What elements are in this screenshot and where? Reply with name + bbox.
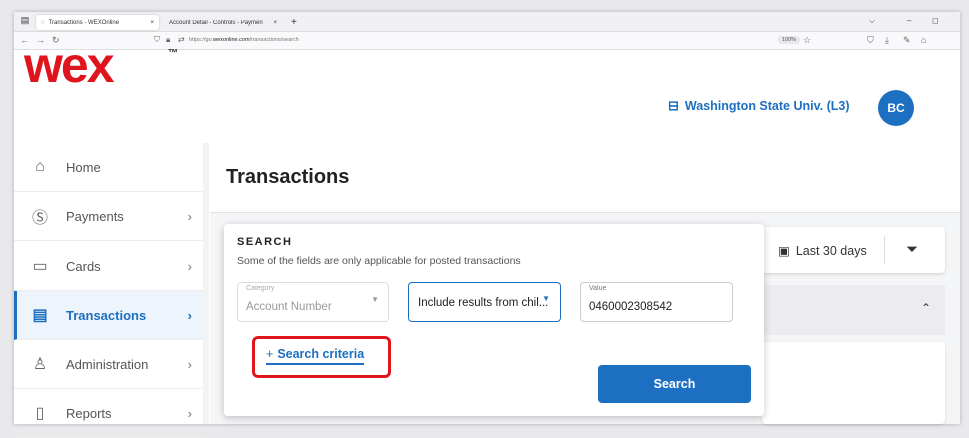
hierarchy-icon: ⊟: [668, 98, 679, 113]
scope-value: Include results from chil...: [418, 297, 549, 309]
minimize-icon[interactable]: –: [907, 16, 911, 25]
dropdown-arrow-icon: ▼: [371, 295, 379, 304]
date-range-label: Last 30 days: [795, 243, 867, 258]
add-search-criteria-button[interactable]: + Search criteria: [266, 347, 365, 365]
report-icon: ▯: [35, 405, 45, 422]
category-select[interactable]: Category Account Number ▼: [237, 282, 389, 322]
tab-transactions[interactable]: ◌ Transactions - WEXOnline ×: [36, 15, 159, 30]
maximize-icon[interactable]: ◻: [932, 16, 939, 25]
receipt-icon: ▤: [32, 307, 48, 324]
close-tab-icon[interactable]: ×: [150, 20, 154, 26]
logo-wordmark: wex: [23, 44, 115, 88]
results-card: [762, 342, 945, 424]
value-text: 0460002308542: [589, 301, 673, 313]
chevron-right-icon: ›: [187, 405, 192, 421]
dollar-icon: Ⓢ: [31, 210, 48, 227]
date-range-bar: ▣ Last 30 days ⏷: [762, 227, 945, 273]
sidebar-item-transactions[interactable]: ▤ Transactions ›: [14, 291, 204, 340]
wex-logo[interactable]: wex ™: [22, 37, 182, 93]
wex-logo-graphic: wex ™: [23, 37, 178, 93]
sidebar-item-reports[interactable]: ▯ Reports ›: [14, 389, 204, 438]
sidebar-item-label: Payments: [66, 208, 124, 224]
category-label: Category: [246, 285, 275, 292]
divider: [884, 236, 885, 264]
tab-list-icon[interactable]: ▤: [18, 15, 32, 29]
sidebar: ⌂ Home Ⓢ Payments › ▭ Cards › ▤ Transact…: [14, 143, 204, 438]
sidebar-item-label: Reports: [66, 405, 112, 421]
sidebar-item-label: Home: [66, 159, 101, 175]
search-subtitle: Some of the fields are only applicable f…: [237, 255, 521, 267]
pocket-icon[interactable]: ⛉: [867, 35, 874, 46]
org-name: Washington State Univ. (L3): [684, 99, 850, 113]
sidebar-item-home[interactable]: ⌂ Home: [14, 143, 204, 192]
tab-bar: ▤ ◌ Transactions - WEXOnline × Account D…: [14, 12, 960, 32]
user-icon: ♙: [32, 356, 48, 373]
sidebar-item-payments[interactable]: Ⓢ Payments ›: [14, 192, 204, 241]
sidebar-item-label: Cards: [66, 258, 101, 274]
new-tab-button[interactable]: +: [286, 15, 300, 30]
logo-trademark: ™: [168, 48, 178, 59]
page-title: Transactions: [226, 166, 350, 188]
download-icon[interactable]: ⤓: [885, 35, 889, 46]
plus-icon: +: [266, 347, 274, 361]
tab-favicon-icon: ◌: [41, 19, 45, 26]
home-icon: ⌂: [35, 158, 45, 175]
collapsible-panel: ⌃: [762, 285, 945, 335]
account-icon[interactable]: ⌂: [921, 35, 926, 45]
url-domain: wexonline.com: [213, 37, 250, 43]
value-label: Value: [589, 285, 607, 292]
dropdown-arrow-icon: ▼: [542, 294, 550, 303]
date-range-button[interactable]: ▣ Last 30 days: [778, 243, 867, 259]
sidebar-item-administration[interactable]: ♙ Administration ›: [14, 340, 204, 389]
search-criteria-label: Search criteria: [277, 347, 365, 361]
card-icon: ▭: [32, 258, 48, 275]
close-tab-icon[interactable]: ×: [273, 20, 277, 26]
sidebar-item-label: Transactions: [66, 307, 147, 323]
chevron-right-icon: ›: [187, 208, 192, 224]
zoom-level[interactable]: 100%: [778, 36, 801, 44]
scope-select[interactable]: Include results from chil... ▼: [408, 282, 561, 322]
url-prefix: https://go.: [189, 37, 214, 43]
tab-account-detail[interactable]: Account Detail - Controls - Paymen ×: [164, 15, 282, 30]
avatar[interactable]: BC: [878, 90, 914, 126]
chevron-right-icon: ›: [187, 307, 192, 323]
sidebar-item-cards[interactable]: ▭ Cards ›: [14, 242, 204, 291]
permissions-icon[interactable]: ⇄: [178, 35, 185, 44]
tab-label: Account Detail - Controls - Paymen: [169, 19, 263, 26]
search-button[interactable]: Search: [598, 365, 751, 403]
chevron-right-icon: ›: [187, 356, 192, 372]
chevron-down-icon[interactable]: ⌵: [869, 16, 875, 26]
url-path: /transactions/search: [249, 37, 299, 43]
filter-icon[interactable]: ⏷: [906, 241, 918, 258]
star-icon[interactable]: ☆: [803, 35, 811, 46]
chevron-up-icon[interactable]: ⌃: [921, 301, 931, 315]
sidebar-scrollbar[interactable]: [203, 143, 209, 424]
calendar-icon: ▣: [778, 244, 790, 258]
chevron-right-icon: ›: [187, 258, 192, 274]
sidebar-item-label: Administration: [66, 356, 149, 372]
org-switcher[interactable]: ⊟ Washington State Univ. (L3): [668, 98, 850, 114]
extension-icon[interactable]: ✎: [903, 35, 911, 46]
search-heading: SEARCH: [237, 236, 293, 248]
url-bar[interactable]: https://go.wexonline.com/transactions/se…: [189, 37, 299, 43]
value-input[interactable]: Value 0460002308542: [580, 282, 733, 322]
tab-label: Transactions - WEXOnline: [48, 19, 120, 26]
category-value: Account Number: [246, 301, 332, 313]
